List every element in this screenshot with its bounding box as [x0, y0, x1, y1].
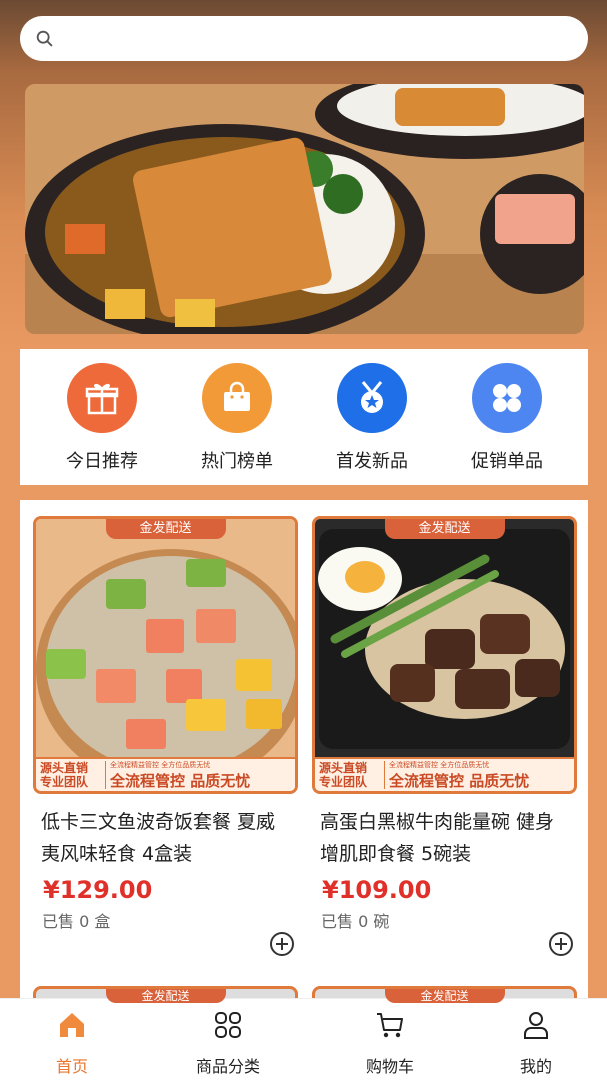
- delivery-tag: 金发配送: [105, 989, 226, 1003]
- add-to-cart-button[interactable]: [549, 932, 573, 956]
- quick-links-panel: 今日推荐 热门榜单 首发新品 促销单品: [20, 349, 588, 485]
- product-sold-count: 已售 0 盒: [42, 912, 111, 931]
- tab-label: 我的: [519, 1057, 552, 1076]
- tab-profile[interactable]: 我的: [476, 1009, 596, 1077]
- banner-food-image: [25, 84, 584, 334]
- gift-icon: [67, 363, 137, 433]
- delivery-tag: 金发配送: [105, 519, 226, 539]
- product-grid: 金发配送 源头直销 专业团队 全流程精益管控 全方位品质无忧 全流程管控 品质无…: [20, 500, 588, 1060]
- delivery-tag: 金发配送: [384, 519, 505, 539]
- product-card[interactable]: 金发配送 源头直销 专业团队 全流程精益管控 全方位品质无忧 全流程管控 品质无…: [33, 516, 298, 956]
- cart-icon: [377, 1013, 403, 1038]
- product-sold-count: 已售 0 碗: [321, 912, 390, 931]
- quick-link-label: 热门榜单: [201, 451, 273, 472]
- tab-categories[interactable]: 商品分类: [168, 1009, 288, 1077]
- four-petal-icon: [472, 363, 542, 433]
- product-card[interactable]: 金发配送 源头直销 专业团队 全流程精益管控 全方位品质无忧 全流程管控 品质无…: [312, 516, 577, 956]
- quick-link-label: 首发新品: [336, 451, 408, 472]
- shopping-bag-icon: [202, 363, 272, 433]
- plus-icon: [555, 938, 567, 950]
- quality-text: 源头直销: [40, 761, 89, 775]
- quick-link-today-recommend[interactable]: 今日推荐: [42, 363, 162, 473]
- search-input[interactable]: [20, 16, 588, 61]
- bottom-tab-bar: 首页 商品分类 购物车 我的: [0, 998, 607, 1080]
- tab-label: 商品分类: [195, 1057, 260, 1076]
- product-image: 金发配送 源头直销 专业团队 全流程精益管控 全方位品质无忧 全流程管控 品质无…: [33, 516, 298, 794]
- product-price: ¥109.00: [322, 876, 432, 904]
- quality-text: 专业团队: [319, 775, 368, 789]
- quick-link-new-launch[interactable]: 首发新品: [312, 363, 432, 473]
- quick-link-hot-list[interactable]: 热门榜单: [177, 363, 297, 473]
- tab-home[interactable]: 首页: [12, 1009, 132, 1077]
- product-title: 高蛋白黑椒牛肉能量碗 健身增肌即食餐 5碗装: [320, 811, 555, 865]
- delivery-tag: 金发配送: [384, 989, 505, 1003]
- tab-cart[interactable]: 购物车: [330, 1009, 450, 1077]
- quality-headline: 全流程管控 品质无忧: [389, 771, 530, 790]
- salmon-poke-image: [36, 519, 295, 757]
- quick-link-promo[interactable]: 促销单品: [447, 363, 567, 473]
- quality-text: 专业团队: [40, 775, 89, 789]
- promo-banner[interactable]: [25, 84, 584, 334]
- quality-subtext: 全流程精益管控 全方位品质无忧: [389, 760, 490, 769]
- search-icon: [36, 30, 53, 47]
- quality-banner: 源头直销 专业团队 全流程精益管控 全方位品质无忧 全流程管控 品质无忧: [36, 757, 295, 791]
- quality-headline: 全流程管控 品质无忧: [110, 771, 251, 790]
- product-image: 金发配送 源头直销 专业团队 全流程精益管控 全方位品质无忧 全流程管控 品质无…: [312, 516, 577, 794]
- product-price: ¥129.00: [43, 876, 153, 904]
- home-icon: [60, 1013, 84, 1037]
- plus-icon: [276, 938, 288, 950]
- quick-link-label: 促销单品: [471, 451, 543, 472]
- quality-banner: 源头直销 专业团队 全流程精益管控 全方位品质无忧 全流程管控 品质无忧: [315, 757, 574, 791]
- tab-label: 首页: [55, 1057, 88, 1076]
- tab-label: 购物车: [365, 1057, 414, 1076]
- medal-icon: [337, 363, 407, 433]
- quality-subtext: 全流程精益管控 全方位品质无忧: [110, 760, 211, 769]
- quick-link-label: 今日推荐: [66, 451, 138, 472]
- add-to-cart-button[interactable]: [270, 932, 294, 956]
- category-grid-icon: [215, 1012, 241, 1038]
- quality-text: 源头直销: [319, 761, 368, 775]
- user-icon: [524, 1012, 548, 1039]
- beef-bowl-image: [315, 519, 574, 757]
- product-title: 低卡三文鱼波奇饭套餐 夏威夷风味轻食 4盒装: [41, 811, 276, 865]
